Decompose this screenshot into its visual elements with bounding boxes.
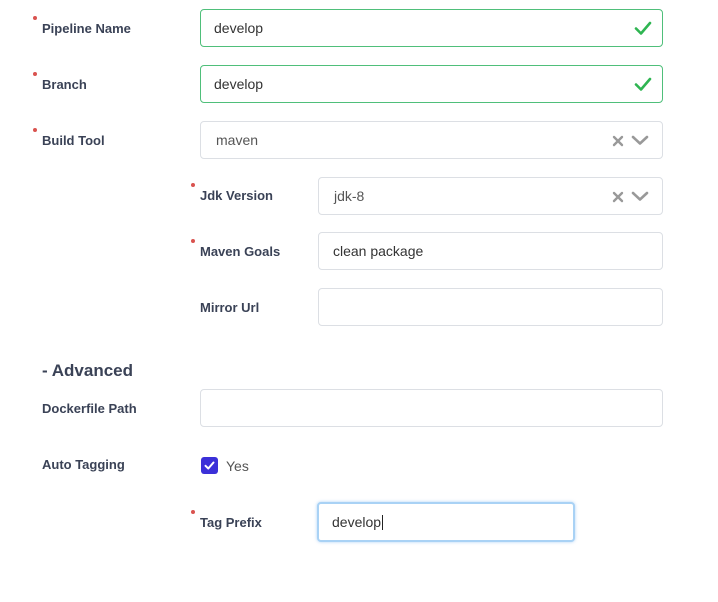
clear-x-icon[interactable] — [612, 135, 624, 147]
check-icon — [634, 21, 652, 35]
mirror-url-input[interactable] — [318, 288, 663, 326]
chevron-down-icon[interactable] — [631, 190, 649, 202]
pipeline-name-value: develop — [214, 20, 264, 36]
tag-prefix-value: develop — [332, 514, 573, 531]
maven-goals-value: clean package — [333, 243, 424, 259]
required-marker — [191, 183, 195, 187]
required-marker — [33, 16, 37, 20]
branch-input[interactable]: develop — [200, 65, 663, 103]
required-marker — [191, 510, 195, 514]
jdk-version-select[interactable]: jdk-8 — [318, 177, 663, 215]
tag-prefix-label: Tag Prefix — [200, 515, 262, 530]
auto-tagging-label: Auto Tagging — [42, 457, 125, 472]
auto-tagging-checkbox[interactable] — [201, 457, 218, 474]
pipeline-name-input[interactable]: develop — [200, 9, 663, 47]
advanced-section-toggle[interactable]: - Advanced — [42, 361, 133, 381]
build-tool-select[interactable]: maven — [200, 121, 663, 159]
dockerfile-path-label: Dockerfile Path — [42, 401, 137, 416]
clear-x-icon[interactable] — [612, 191, 624, 203]
tag-prefix-input[interactable]: develop — [317, 502, 575, 542]
branch-label: Branch — [42, 77, 87, 92]
text-caret — [382, 515, 384, 531]
check-icon — [634, 77, 652, 91]
build-tool-label: Build Tool — [42, 133, 105, 148]
pipeline-name-label: Pipeline Name — [42, 21, 131, 36]
dockerfile-path-input[interactable] — [200, 389, 663, 427]
checkmark-icon — [204, 461, 215, 470]
jdk-version-label: Jdk Version — [200, 188, 273, 203]
required-marker — [33, 72, 37, 76]
required-marker — [191, 239, 195, 243]
tag-prefix-text: develop — [332, 513, 382, 530]
branch-value: develop — [214, 76, 264, 92]
chevron-down-icon[interactable] — [631, 134, 649, 146]
build-tool-value: maven — [216, 132, 259, 148]
required-marker — [33, 128, 37, 132]
maven-goals-label: Maven Goals — [200, 244, 281, 259]
maven-goals-input[interactable]: clean package — [318, 232, 663, 270]
mirror-url-label: Mirror Url — [200, 300, 260, 315]
auto-tagging-checkbox-label[interactable]: Yes — [226, 458, 249, 474]
